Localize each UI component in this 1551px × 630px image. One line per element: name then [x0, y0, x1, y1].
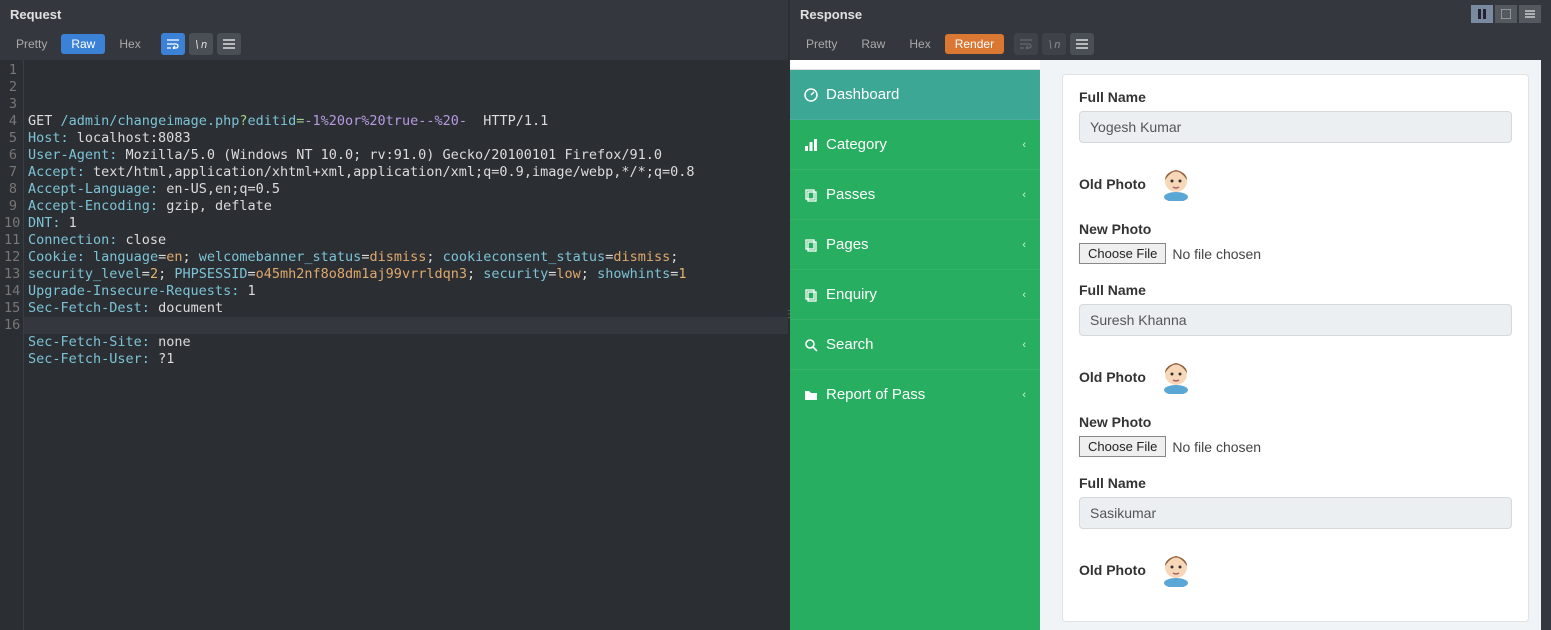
response-toolbar: Pretty Raw Hex Render \n	[790, 28, 1551, 60]
request-title: Request	[10, 7, 61, 22]
request-editor[interactable]: 12345678910111213141516 GET /admin/chang…	[0, 60, 788, 630]
copy-icon	[804, 188, 818, 202]
full-name-input[interactable]	[1079, 111, 1512, 143]
sidebar-item-category[interactable]: Category ‹	[790, 120, 1040, 170]
tab-raw[interactable]: Raw	[61, 34, 105, 54]
chevron-left-icon: ‹	[1022, 389, 1026, 401]
avatar-icon	[1162, 167, 1190, 201]
hamburger-icon	[223, 39, 235, 49]
sidebar-item-label: Report of Pass	[826, 386, 925, 403]
new-photo-label: New Photo	[1079, 414, 1512, 430]
sidebar-item-label: Pages	[826, 236, 869, 253]
sidebar-item-label: Dashboard	[826, 86, 899, 103]
choose-file-button[interactable]: Choose File	[1079, 436, 1166, 457]
old-photo-label: Old Photo	[1079, 167, 1512, 201]
render-logo-strip	[790, 60, 1040, 70]
resp-tab-render[interactable]: Render	[945, 34, 1004, 54]
pause-icon	[1477, 9, 1487, 19]
render-preview: DashboardCategory‹Passes‹Pages‹Enquiry‹S…	[790, 60, 1551, 630]
folder-icon	[804, 388, 818, 402]
hamburger-icon	[1076, 39, 1088, 49]
topbar-pause-button[interactable]	[1471, 5, 1493, 23]
sidebar-item-label: Passes	[826, 186, 875, 203]
resp-tab-hex[interactable]: Hex	[899, 34, 940, 54]
resp-tab-pretty[interactable]: Pretty	[796, 34, 847, 54]
response-title: Response	[800, 7, 862, 22]
render-sidebar: DashboardCategory‹Passes‹Pages‹Enquiry‹S…	[790, 60, 1040, 630]
chevron-left-icon: ‹	[1022, 339, 1026, 351]
hamburger-icon	[1525, 9, 1535, 19]
response-scrollbar[interactable]	[1541, 60, 1551, 630]
sidebar-item-label: Enquiry	[826, 286, 877, 303]
full-name-label: Full Name	[1079, 282, 1512, 298]
full-name-label: Full Name	[1079, 475, 1512, 491]
render-card: Full Name Old Photo New Photo Choose Fil…	[1062, 74, 1529, 622]
response-header: Response	[790, 0, 1551, 28]
dashboard-icon	[804, 88, 818, 102]
request-header: Request	[0, 0, 788, 28]
full-name-input[interactable]	[1079, 304, 1512, 336]
tab-pretty[interactable]: Pretty	[6, 34, 57, 54]
response-menu[interactable]	[1070, 33, 1094, 55]
chevron-left-icon: ‹	[1022, 239, 1026, 251]
sidebar-item-pages[interactable]: Pages ‹	[790, 220, 1040, 270]
avatar-icon	[1162, 360, 1190, 394]
sidebar-item-dashboard[interactable]: Dashboard	[790, 70, 1040, 120]
copy-icon	[804, 238, 818, 252]
sidebar-item-report-of-pass[interactable]: Report of Pass ‹	[790, 370, 1040, 419]
sidebar-item-search[interactable]: Search ‹	[790, 320, 1040, 370]
sidebar-item-enquiry[interactable]: Enquiry ‹	[790, 270, 1040, 320]
request-menu[interactable]	[217, 33, 241, 55]
resp-tab-raw[interactable]: Raw	[851, 34, 895, 54]
resp-wrap-toggle[interactable]	[1014, 33, 1038, 55]
chevron-left-icon: ‹	[1022, 189, 1026, 201]
chevron-left-icon: ‹	[1022, 289, 1026, 301]
file-status-text: No file chosen	[1172, 439, 1261, 455]
render-content: Full Name Old Photo New Photo Choose Fil…	[1040, 60, 1551, 630]
show-newlines[interactable]: \n	[189, 33, 213, 55]
search-icon	[804, 338, 818, 352]
copy-icon	[804, 288, 818, 302]
line-gutter: 12345678910111213141516	[0, 60, 24, 630]
sidebar-item-label: Search	[826, 336, 874, 353]
request-body[interactable]: GET /admin/changeimage.php?editid=-1%20o…	[24, 60, 788, 630]
old-photo-label: Old Photo	[1079, 360, 1512, 394]
request-toolbar: Pretty Raw Hex \n	[0, 28, 788, 60]
new-photo-label: New Photo	[1079, 221, 1512, 237]
sidebar-item-passes[interactable]: Passes ‹	[790, 170, 1040, 220]
tab-hex[interactable]: Hex	[109, 34, 150, 54]
sidebar-item-label: Category	[826, 136, 887, 153]
full-name-input[interactable]	[1079, 497, 1512, 529]
resp-show-newlines[interactable]: \n	[1042, 33, 1066, 55]
wrap-icon	[1020, 39, 1032, 49]
full-name-label: Full Name	[1079, 89, 1512, 105]
topbar-layout-button[interactable]	[1495, 5, 1517, 23]
old-photo-label: Old Photo	[1079, 553, 1512, 587]
chevron-left-icon: ‹	[1022, 139, 1026, 151]
wrap-toggle[interactable]	[161, 33, 185, 55]
layout-icon	[1501, 9, 1511, 19]
avatar-icon	[1162, 553, 1190, 587]
topbar-menu-button[interactable]	[1519, 5, 1541, 23]
chart-icon	[804, 138, 818, 152]
file-status-text: No file chosen	[1172, 246, 1261, 262]
choose-file-button[interactable]: Choose File	[1079, 243, 1166, 264]
wrap-icon	[167, 39, 179, 49]
